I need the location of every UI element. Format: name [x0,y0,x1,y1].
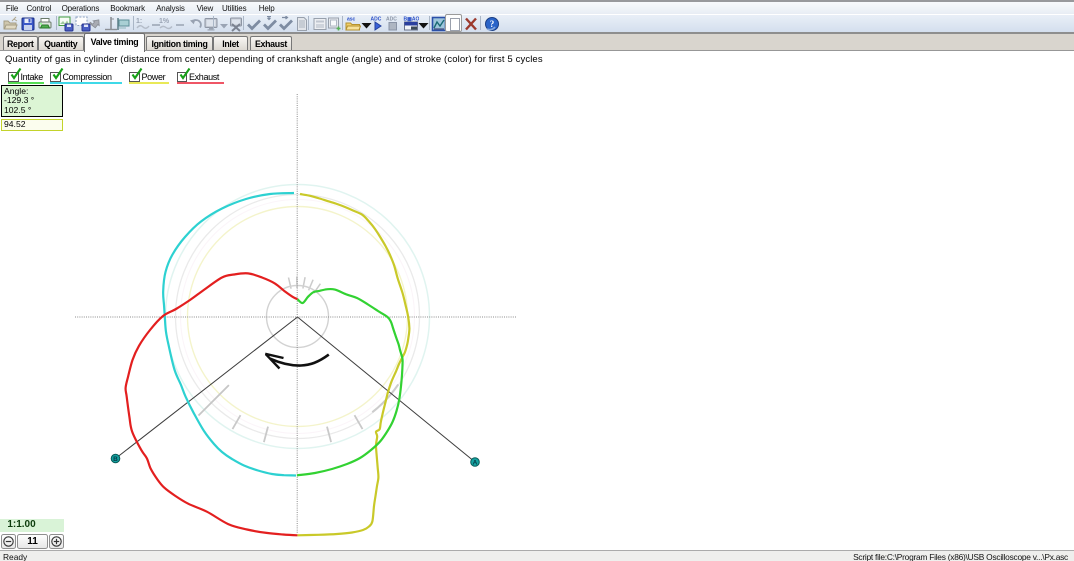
svg-text:B: B [113,456,118,463]
svg-text:ADC: ADC [371,17,382,23]
svg-text:ADC: ADC [386,17,397,23]
svg-text:1%: 1% [159,18,170,25]
svg-text:?: ? [490,19,495,29]
svg-text:1:: 1: [136,18,142,25]
svg-text:A: A [473,460,478,467]
svg-text:asc: asc [347,17,356,23]
